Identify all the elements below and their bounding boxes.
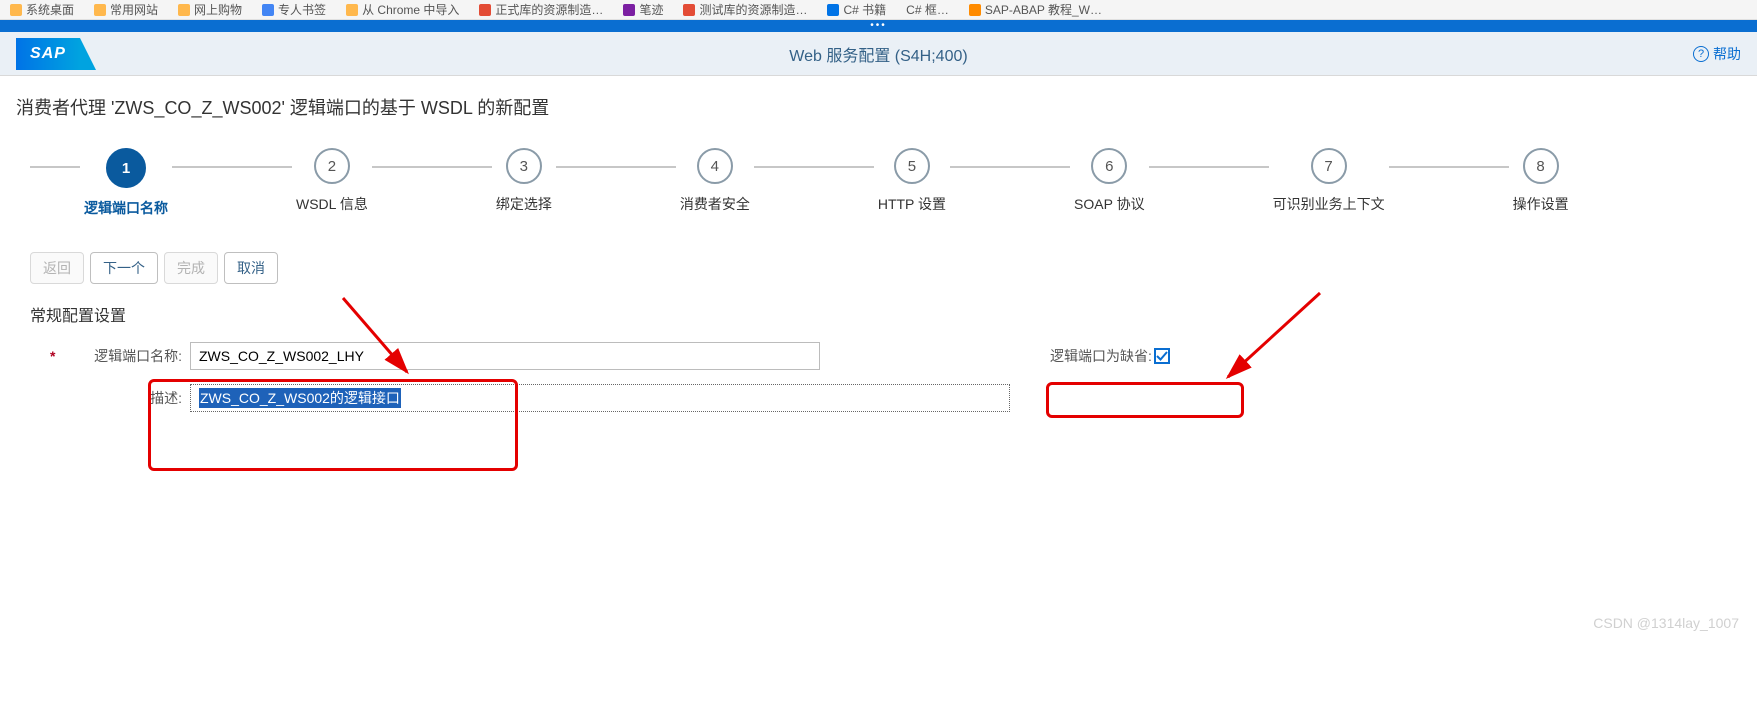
bookmark-item[interactable]: 从 Chrome 中导入 <box>346 1 459 18</box>
wizard-step-6[interactable]: 6 SOAP 协议 <box>1074 148 1145 214</box>
wizard-progress: 1 逻辑端口名称 2 WSDL 信息 3 绑定选择 4 消费者安全 5 HTTP… <box>0 130 1757 242</box>
help-icon: ? <box>1693 46 1709 62</box>
action-bar: 返回 下一个 完成 取消 <box>0 242 1757 302</box>
bookmark-item[interactable]: C# 书籍 <box>827 1 886 18</box>
bookmarks-bar: 系统桌面 常用网站 网上购物 专人书签 从 Chrome 中导入 正式库的资源制… <box>0 0 1757 20</box>
bookmark-item[interactable]: 测试库的资源制造… <box>683 1 807 18</box>
app-header: SAP Web 服务配置 (S4H;400) ? 帮助 <box>0 32 1757 76</box>
bookmark-item[interactable]: SAP-ABAP 教程_W… <box>969 1 1102 18</box>
sap-logo: SAP <box>16 38 80 70</box>
wizard-step-4[interactable]: 4 消费者安全 <box>680 148 750 214</box>
form-area: 逻辑端口名称: 逻辑端口为缺省: 描述: ZWS_CO_Z_WS002的逻辑接口 <box>0 342 1757 466</box>
section-title: 常规配置设置 <box>0 302 1757 342</box>
description-input[interactable]: ZWS_CO_Z_WS002的逻辑接口 <box>190 384 1010 412</box>
wizard-step-7[interactable]: 7 可识别业务上下文 <box>1273 148 1385 214</box>
expand-handle[interactable]: ••• <box>0 20 1757 32</box>
wizard-step-5[interactable]: 5 HTTP 设置 <box>878 148 946 214</box>
bookmark-item[interactable]: 网上购物 <box>178 1 242 18</box>
page-header-title: Web 服务配置 (S4H;400) <box>789 42 967 66</box>
page-title: 消费者代理 'ZWS_CO_Z_WS002' 逻辑端口的基于 WSDL 的新配置 <box>0 76 1757 130</box>
watermark: CSDN @1314lay_1007 <box>1593 615 1739 631</box>
wizard-step-1[interactable]: 1 逻辑端口名称 <box>84 148 168 218</box>
wizard-step-8[interactable]: 8 操作设置 <box>1513 148 1569 214</box>
back-button: 返回 <box>30 252 84 284</box>
bookmark-item[interactable]: C# 框… <box>906 1 949 18</box>
next-button[interactable]: 下一个 <box>90 252 158 284</box>
bookmark-item[interactable]: 笔迹 <box>623 1 663 18</box>
bookmark-item[interactable]: 系统桌面 <box>10 1 74 18</box>
logical-port-name-label: 逻辑端口名称: <box>50 346 190 366</box>
bookmark-item[interactable]: 正式库的资源制造… <box>479 1 603 18</box>
default-port-checkbox[interactable] <box>1154 348 1170 364</box>
check-icon <box>1156 350 1168 362</box>
logical-port-name-input[interactable] <box>190 342 820 370</box>
wizard-step-3[interactable]: 3 绑定选择 <box>496 148 552 214</box>
help-link[interactable]: ? 帮助 <box>1693 44 1741 64</box>
default-port-label: 逻辑端口为缺省: <box>1050 346 1152 366</box>
bookmark-item[interactable]: 常用网站 <box>94 1 158 18</box>
finish-button: 完成 <box>164 252 218 284</box>
cancel-button[interactable]: 取消 <box>224 252 278 284</box>
description-label: 描述: <box>50 388 190 408</box>
bookmark-item[interactable]: 专人书签 <box>262 1 326 18</box>
wizard-step-2[interactable]: 2 WSDL 信息 <box>296 148 368 214</box>
